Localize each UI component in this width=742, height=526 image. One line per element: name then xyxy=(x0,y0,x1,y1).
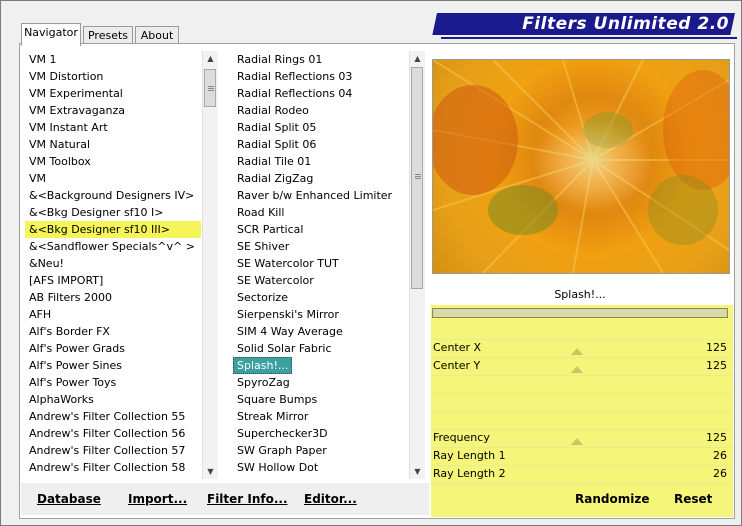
filter-item[interactable]: Raver b/w Enhanced Limiter xyxy=(233,187,409,204)
param-value: 26 xyxy=(713,449,727,462)
progress-bar xyxy=(432,308,728,318)
splash-rays-graphic xyxy=(433,60,729,273)
category-item[interactable]: AlphaWorks xyxy=(25,391,201,408)
app-banner: Filters Unlimited 2.0 xyxy=(432,13,735,37)
category-scroll-thumb[interactable] xyxy=(204,69,216,107)
import-button[interactable]: Import... xyxy=(128,490,187,508)
category-item[interactable]: Alf's Border FX xyxy=(25,323,201,340)
filter-item[interactable]: SW Hollow Dot xyxy=(233,459,409,476)
database-button[interactable]: Database xyxy=(37,490,101,508)
filter-list[interactable]: Radial Rings 01 Radial Reflections 03 Radi… xyxy=(233,51,409,476)
category-item[interactable]: VM Experimental xyxy=(25,85,201,102)
scroll-down-arrow-icon[interactable]: ▼ xyxy=(203,464,218,479)
param-ray-length-1[interactable]: Ray Length 1 26 xyxy=(433,448,729,464)
preview-image xyxy=(432,59,730,274)
filter-item[interactable]: Radial Split 05 xyxy=(233,119,409,136)
category-item[interactable]: VM Distortion xyxy=(25,68,201,85)
param-label: Frequency xyxy=(433,431,490,444)
filter-item[interactable]: Sierpenski's Mirror xyxy=(233,306,409,323)
filter-item[interactable]: Superchecker3D xyxy=(233,425,409,442)
category-item[interactable]: VM xyxy=(25,170,201,187)
slider-knob-icon[interactable] xyxy=(571,438,583,445)
category-item[interactable]: VM Natural xyxy=(25,136,201,153)
param-label: Center X xyxy=(433,341,482,354)
filter-item[interactable]: SIM 4 Way Average xyxy=(233,323,409,340)
filter-item[interactable]: Radial Reflections 04 xyxy=(233,85,409,102)
category-list[interactable]: VM 1 VM Distortion VM Experimental VM Extra… xyxy=(25,51,201,476)
scroll-up-arrow-icon[interactable]: ▲ xyxy=(410,51,425,66)
param-frequency[interactable]: Frequency 125 xyxy=(433,430,729,446)
filter-item[interactable]: Square Bumps xyxy=(233,391,409,408)
randomize-button[interactable]: Randomize xyxy=(575,490,649,508)
filter-scrollbar[interactable]: ▲ ▼ xyxy=(409,51,425,479)
filter-item[interactable]: Splash!... xyxy=(233,357,293,374)
param-label: Ray Length 2 xyxy=(433,467,506,480)
filter-scroll-thumb[interactable] xyxy=(411,67,423,289)
category-item[interactable]: &<Bkg Designer sf10 I> xyxy=(25,204,201,221)
filter-item[interactable]: Radial Tile 01 xyxy=(233,153,409,170)
reset-button[interactable]: Reset xyxy=(674,490,712,508)
category-item[interactable]: Alf's Power Sines xyxy=(25,357,201,374)
param-value: 125 xyxy=(706,341,727,354)
category-item[interactable]: Andrew's Filter Collection 56 xyxy=(25,425,201,442)
filter-item[interactable]: SW Graph Paper xyxy=(233,442,409,459)
filter-item[interactable]: SE Watercolor TUT xyxy=(233,255,409,272)
filter-item[interactable]: Streak Mirror xyxy=(233,408,409,425)
scroll-down-arrow-icon[interactable]: ▼ xyxy=(410,464,425,479)
param-center-y[interactable]: Center Y 125 xyxy=(433,358,729,374)
category-scrollbar[interactable]: ▲ ▼ xyxy=(202,51,218,479)
filter-item[interactable]: SpyroZag xyxy=(233,374,409,391)
category-item[interactable]: &<Background Designers IV> xyxy=(25,187,201,204)
filter-name-label: Splash!... xyxy=(554,288,606,301)
filter-item[interactable]: Radial Rings 01 xyxy=(233,51,409,68)
filter-item[interactable]: SCR Partical xyxy=(233,221,409,238)
filter-item[interactable]: Radial Split 06 xyxy=(233,136,409,153)
category-item[interactable]: &<Bkg Designer sf10 III> xyxy=(25,221,201,238)
category-item[interactable]: &Neu! xyxy=(25,255,201,272)
banner-underline xyxy=(441,37,737,39)
scroll-up-arrow-icon[interactable]: ▲ xyxy=(203,51,218,66)
tab-navigator[interactable]: Navigator xyxy=(21,23,81,46)
filter-item[interactable]: SE Watercolor xyxy=(233,272,409,289)
category-item[interactable]: Andrew's Filter Collection 57 xyxy=(25,442,201,459)
filter-item[interactable]: Radial Rodeo xyxy=(233,102,409,119)
param-value: 125 xyxy=(706,359,727,372)
param-center-x[interactable]: Center X 125 xyxy=(433,340,729,356)
filter-item[interactable]: Sectorize xyxy=(233,289,409,306)
category-item[interactable]: &<Sandflower Specials^v^ > xyxy=(25,238,201,255)
category-item[interactable]: VM Toolbox xyxy=(25,153,201,170)
filter-info-button[interactable]: Filter Info... xyxy=(207,490,288,508)
param-value: 125 xyxy=(706,431,727,444)
category-item[interactable]: Alf's Power Toys xyxy=(25,374,201,391)
editor-button[interactable]: Editor... xyxy=(304,490,357,508)
category-item[interactable]: Alf's Power Grads xyxy=(25,340,201,357)
param-ray-length-2[interactable]: Ray Length 2 26 xyxy=(433,466,729,482)
category-item[interactable]: [AFS IMPORT] xyxy=(25,272,201,289)
slider-knob-icon[interactable] xyxy=(571,348,583,355)
category-item[interactable]: VM 1 xyxy=(25,51,201,68)
filter-item[interactable]: Radial ZigZag xyxy=(233,170,409,187)
filter-item[interactable]: Road Kill xyxy=(233,204,409,221)
filter-item[interactable]: Radial Reflections 03 xyxy=(233,68,409,85)
slider-knob-icon[interactable] xyxy=(571,366,583,373)
category-item[interactable]: Andrew's Filter Collection 58 xyxy=(25,459,201,476)
category-item[interactable]: VM Extravaganza xyxy=(25,102,201,119)
param-value: 26 xyxy=(713,467,727,480)
filters-unlimited-window: Filters Unlimited 2.0 Navigator Presets … xyxy=(0,0,742,526)
filter-item[interactable]: SE Shiver xyxy=(233,238,409,255)
param-label: Ray Length 1 xyxy=(433,449,506,462)
filter-item[interactable]: Solid Solar Fabric xyxy=(233,340,409,357)
app-title: Filters Unlimited 2.0 xyxy=(522,14,729,34)
category-item[interactable]: AFH xyxy=(25,306,201,323)
category-item[interactable]: Andrew's Filter Collection 55 xyxy=(25,408,201,425)
category-item[interactable]: VM Instant Art xyxy=(25,119,201,136)
category-item[interactable]: AB Filters 2000 xyxy=(25,289,201,306)
param-label: Center Y xyxy=(433,359,481,372)
